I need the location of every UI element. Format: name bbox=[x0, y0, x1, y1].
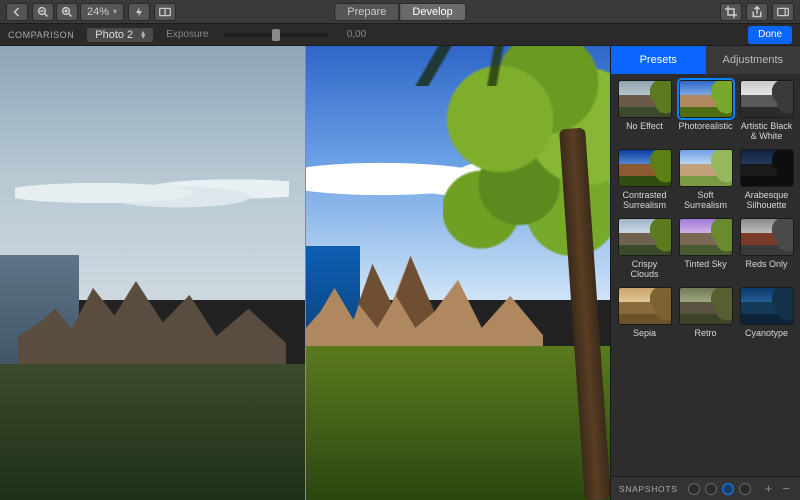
comparison-label: COMPARISON bbox=[8, 30, 74, 40]
snapshot-dot[interactable] bbox=[739, 483, 751, 495]
updown-icon: ▴▾ bbox=[141, 31, 145, 39]
preset-label: Tinted Sky bbox=[684, 259, 726, 281]
preset-thumb[interactable] bbox=[740, 218, 794, 256]
snapshot-dots bbox=[688, 483, 751, 495]
snapshot-dot[interactable] bbox=[688, 483, 700, 495]
zoom-level-value: 24% bbox=[87, 6, 109, 18]
preset-item: Sepia bbox=[617, 287, 672, 350]
preset-thumb[interactable] bbox=[618, 218, 672, 256]
preset-item: Reds Only bbox=[739, 218, 794, 281]
preset-thumb[interactable] bbox=[679, 149, 733, 187]
panel-toggle-button[interactable] bbox=[772, 3, 794, 21]
share-button[interactable] bbox=[746, 3, 768, 21]
preset-label: Contrasted Surrealism bbox=[617, 190, 672, 212]
preset-thumb[interactable] bbox=[679, 218, 733, 256]
tab-prepare[interactable]: Prepare bbox=[334, 3, 399, 21]
preset-label: Sepia bbox=[633, 328, 656, 350]
snapshot-remove-button[interactable]: − bbox=[780, 481, 792, 496]
chevron-down-icon: ▾ bbox=[113, 7, 117, 16]
app-root: 24% ▾ Prepare Develop COMPARISON Photo 2 bbox=[0, 0, 800, 500]
preset-item: Tinted Sky bbox=[678, 218, 733, 281]
compare-pane-right bbox=[306, 46, 611, 500]
tab-presets-label: Presets bbox=[640, 54, 677, 66]
main-area: Presets Adjustments No Effect Photorealis… bbox=[0, 46, 800, 500]
tab-presets[interactable]: Presets bbox=[611, 46, 706, 74]
preset-item: No Effect bbox=[617, 80, 672, 143]
snapshot-add-button[interactable]: + bbox=[763, 481, 775, 496]
exposure-thumb[interactable] bbox=[272, 29, 280, 41]
exposure-track[interactable] bbox=[224, 33, 328, 37]
done-button[interactable]: Done bbox=[748, 26, 792, 44]
preset-label: Arabesque Silhouette bbox=[739, 190, 794, 212]
exposure-value: 0,00 bbox=[336, 29, 366, 40]
preset-label: Cyanotype bbox=[745, 328, 788, 350]
preset-item: Artistic Black & White bbox=[739, 80, 794, 143]
snapshot-dot[interactable] bbox=[705, 483, 717, 495]
preset-thumb[interactable] bbox=[618, 287, 672, 325]
image-canvas[interactable] bbox=[0, 46, 610, 500]
compare-photo-value: Photo 2 bbox=[95, 29, 133, 41]
compare-subbar: COMPARISON Photo 2 ▴▾ Exposure 0,00 Done bbox=[0, 24, 800, 46]
tab-develop-label: Develop bbox=[412, 6, 452, 18]
preset-thumb[interactable] bbox=[618, 80, 672, 118]
flash-button[interactable] bbox=[128, 3, 150, 21]
preset-label: Photorealistic bbox=[678, 121, 732, 143]
preset-item: Crispy Clouds bbox=[617, 218, 672, 281]
preset-item: Photorealistic bbox=[678, 80, 733, 143]
preset-item: Soft Surrealism bbox=[678, 149, 733, 212]
tab-adjustments[interactable]: Adjustments bbox=[706, 46, 800, 74]
preset-thumb[interactable] bbox=[618, 149, 672, 187]
tab-develop[interactable]: Develop bbox=[399, 3, 465, 21]
top-toolbar: 24% ▾ Prepare Develop bbox=[0, 0, 800, 24]
preset-item: Retro bbox=[678, 287, 733, 350]
tab-adjustments-label: Adjustments bbox=[722, 54, 783, 66]
compare-photo-select[interactable]: Photo 2 ▴▾ bbox=[86, 27, 154, 43]
snapshots-bar: SNAPSHOTS + − bbox=[611, 476, 800, 500]
preset-item: Contrasted Surrealism bbox=[617, 149, 672, 212]
preset-thumb[interactable] bbox=[740, 80, 794, 118]
right-panel: Presets Adjustments No Effect Photorealis… bbox=[610, 46, 800, 500]
tab-prepare-label: Prepare bbox=[347, 6, 386, 18]
preset-label: Retro bbox=[694, 328, 716, 350]
compare-view-button[interactable] bbox=[154, 3, 176, 21]
preset-label: Crispy Clouds bbox=[617, 259, 672, 281]
snapshot-dot[interactable] bbox=[722, 483, 734, 495]
snapshots-label: SNAPSHOTS bbox=[619, 484, 678, 494]
preset-label: Soft Surrealism bbox=[678, 190, 733, 212]
preset-thumb[interactable] bbox=[679, 80, 733, 118]
preset-thumb[interactable] bbox=[740, 149, 794, 187]
preset-item: Cyanotype bbox=[739, 287, 794, 350]
presets-grid: No Effect Photorealistic Artistic Black & … bbox=[611, 74, 800, 476]
zoom-out-button[interactable] bbox=[32, 3, 54, 21]
compare-container bbox=[0, 46, 610, 500]
exposure-slider[interactable]: Exposure 0,00 bbox=[166, 29, 366, 40]
tree-foreground bbox=[462, 46, 610, 500]
preset-label: No Effect bbox=[626, 121, 663, 143]
compare-pane-left bbox=[0, 46, 305, 500]
preset-thumb[interactable] bbox=[679, 287, 733, 325]
exposure-label: Exposure bbox=[166, 29, 216, 40]
zoom-in-button[interactable] bbox=[56, 3, 78, 21]
done-label: Done bbox=[758, 29, 782, 40]
zoom-level-select[interactable]: 24% ▾ bbox=[80, 3, 124, 21]
preset-item: Arabesque Silhouette bbox=[739, 149, 794, 212]
back-button[interactable] bbox=[6, 3, 28, 21]
panel-tabs: Presets Adjustments bbox=[611, 46, 800, 74]
crop-button[interactable] bbox=[720, 3, 742, 21]
preset-label: Reds Only bbox=[745, 259, 787, 281]
mode-tabs: Prepare Develop bbox=[334, 3, 466, 21]
preset-label: Artistic Black & White bbox=[739, 121, 794, 143]
preset-thumb[interactable] bbox=[740, 287, 794, 325]
